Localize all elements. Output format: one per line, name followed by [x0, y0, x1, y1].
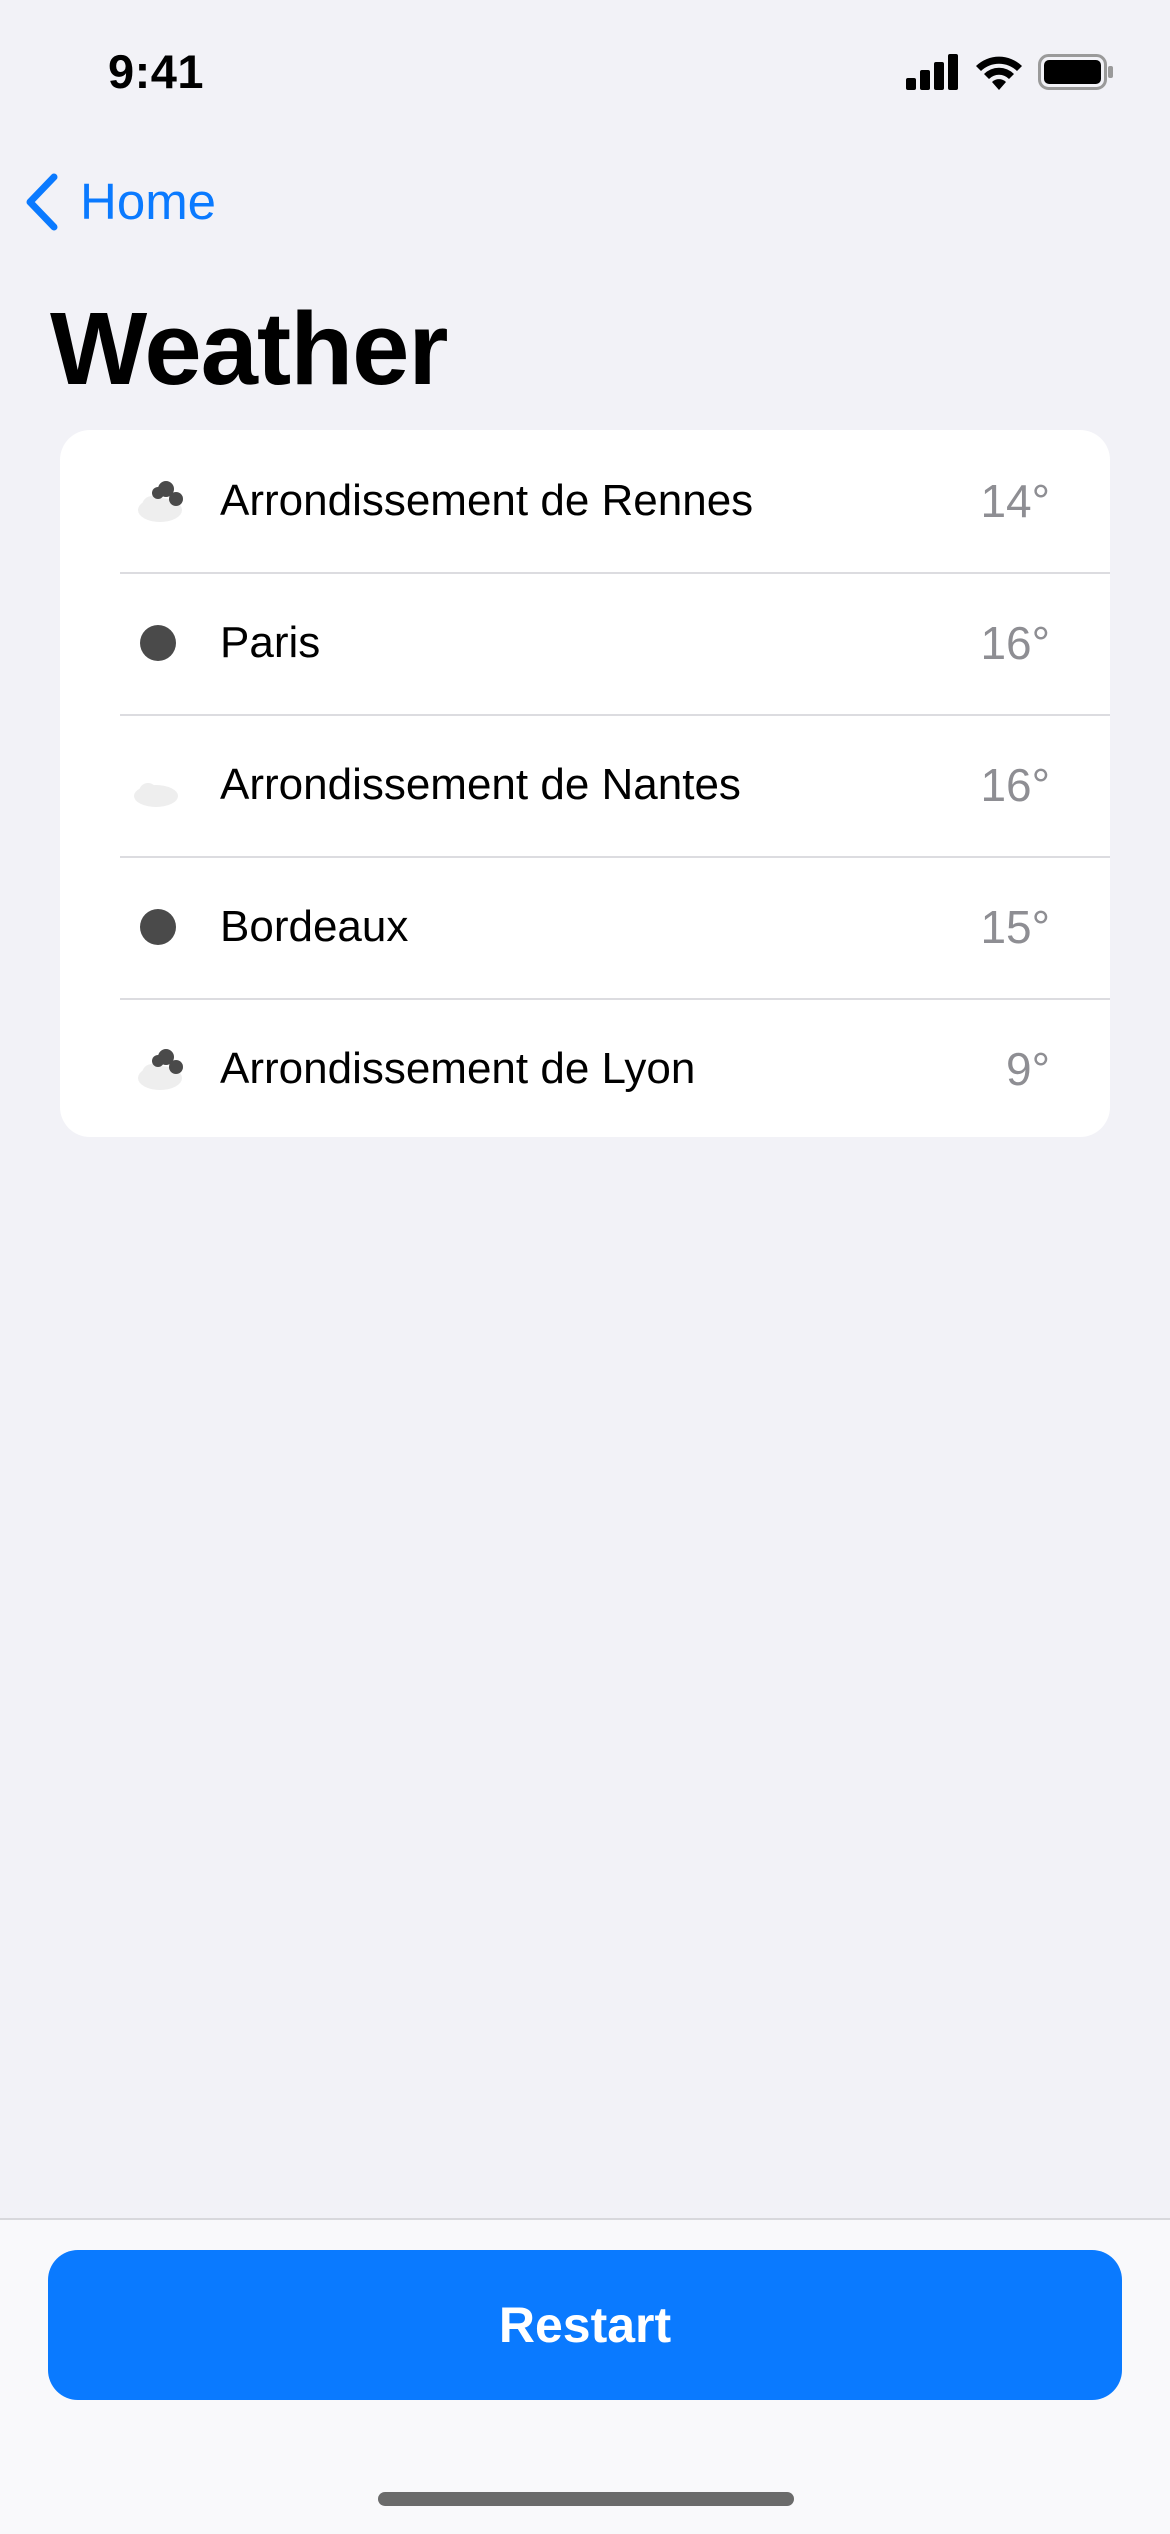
location-name: Arrondissement de Rennes	[220, 476, 754, 525]
location-temp: 9°	[1006, 1043, 1050, 1095]
location-temp: 14°	[980, 475, 1050, 527]
location-temp: 16°	[980, 759, 1050, 811]
moon-icon	[140, 909, 176, 945]
wifi-icon	[976, 56, 1022, 90]
location-temp: 16°	[980, 617, 1050, 669]
location-name: Paris	[220, 618, 321, 667]
partly-cloudy-night-icon	[134, 768, 181, 807]
page-title: Weather	[50, 291, 449, 406]
location-name: Bordeaux	[220, 902, 409, 951]
location-temp: 15°	[980, 901, 1050, 953]
bottom-toolbar: Restart	[0, 2218, 1170, 2534]
status-icons	[906, 54, 1114, 90]
restart-button[interactable]: Restart	[48, 2250, 1122, 2400]
weather-row[interactable]: Paris 16°	[60, 572, 1110, 714]
back-button-label: Home	[80, 173, 217, 230]
weather-row[interactable]: Arrondissement de Nantes 16°	[60, 714, 1110, 856]
location-name: Arrondissement de Nantes	[220, 760, 741, 809]
weather-row[interactable]: Bordeaux 15°	[60, 856, 1110, 998]
weather-list: Arrondissement de Rennes 14° Paris 16° A…	[60, 430, 1110, 1137]
cloud-icon	[138, 1049, 183, 1090]
battery-icon	[1038, 54, 1113, 90]
back-button[interactable]: Home	[24, 172, 216, 231]
location-name: Arrondissement de Lyon	[220, 1044, 696, 1093]
status-bar: 9:41	[0, 0, 1170, 140]
weather-row[interactable]: Arrondissement de Rennes 14°	[60, 430, 1110, 572]
status-time: 9:41	[108, 45, 205, 98]
home-indicator[interactable]	[378, 2492, 794, 2506]
chevron-left-icon	[26, 173, 58, 230]
weather-row[interactable]: Arrondissement de Lyon 9°	[60, 998, 1110, 1137]
moon-icon	[140, 625, 176, 661]
cellular-signal-icon	[906, 54, 958, 90]
cloud-icon	[138, 481, 183, 522]
